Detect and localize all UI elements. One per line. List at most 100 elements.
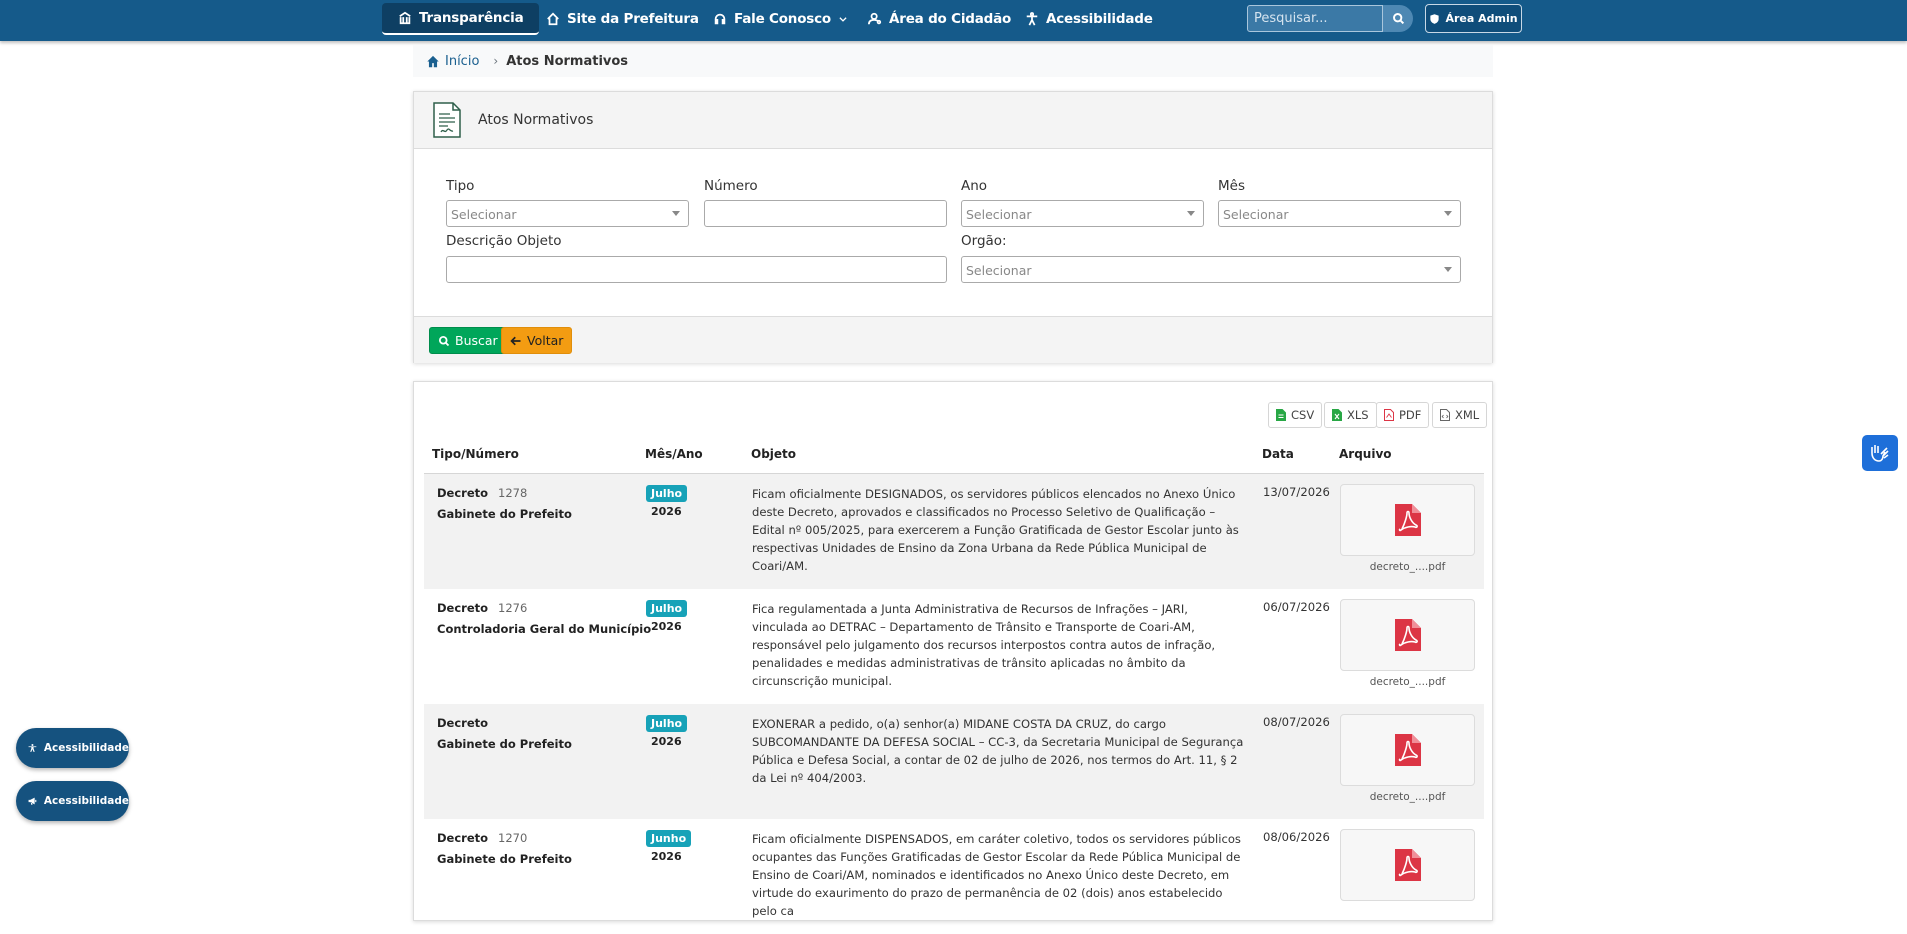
numero-input[interactable] xyxy=(704,200,947,227)
date-text: 06/07/2026 xyxy=(1263,600,1330,614)
export-xml-button[interactable]: XML xyxy=(1432,402,1488,428)
header-objeto: Objeto xyxy=(751,447,797,461)
ano-select-value: Selecionar xyxy=(966,207,1032,222)
home-icon xyxy=(427,55,439,67)
search-button[interactable] xyxy=(1383,5,1413,32)
search-icon xyxy=(1392,13,1404,25)
voltar-button[interactable]: Voltar xyxy=(501,327,573,354)
tipo-name: Decreto xyxy=(437,486,489,500)
export-csv-label: CSV xyxy=(1291,408,1315,422)
file-name: decreto_....pdf xyxy=(1369,561,1446,573)
header-arquivo: Arquivo xyxy=(1339,447,1392,461)
nav-fale-conosco[interactable]: Fale Conosco xyxy=(713,3,848,35)
caret-down-icon xyxy=(1444,267,1452,272)
nav-acessibilidade[interactable]: Acessibilidade xyxy=(1025,3,1153,35)
pdf-download-link[interactable] xyxy=(1340,484,1475,556)
date-text: 13/07/2026 xyxy=(1263,485,1330,499)
nav-site-prefeitura[interactable]: Site da Prefeitura xyxy=(546,3,699,35)
file-code-icon xyxy=(1440,409,1450,421)
top-navbar: Transparência Site da Prefeitura Fale Co… xyxy=(0,0,1907,41)
sign-language-icon xyxy=(1871,445,1889,462)
tipo-name: Decreto xyxy=(437,831,489,845)
floating-accessibility-audio-button[interactable]: Acessibilidade xyxy=(16,781,129,821)
voltar-label: Voltar xyxy=(527,333,564,348)
nav-site-label: Site da Prefeitura xyxy=(567,11,699,27)
search-icon xyxy=(438,335,450,346)
excel-file-icon xyxy=(1332,409,1342,421)
ano-label: Ano xyxy=(961,178,988,194)
nav-area-cidadao[interactable]: Área do Cidadão xyxy=(868,3,1011,35)
caret-down-icon xyxy=(672,211,680,216)
month-badge: Julho xyxy=(646,600,688,617)
tipo-name: Decreto xyxy=(437,601,489,615)
mes-select[interactable]: Selecionar xyxy=(1218,200,1461,227)
table-row: Decreto 1276 Controladoria Geral do Munic… xyxy=(424,589,1484,704)
year-text: 2026 xyxy=(651,620,682,633)
month-badge: Julho xyxy=(646,715,688,732)
orgao-select-value: Selecionar xyxy=(966,263,1032,278)
pdf-download-link[interactable] xyxy=(1340,829,1475,901)
pdf-file-icon xyxy=(1394,619,1421,651)
pdf-download-link[interactable] xyxy=(1340,714,1475,786)
tipo-select[interactable]: Selecionar xyxy=(446,200,689,227)
admin-area-label: Área Admin xyxy=(1445,12,1518,25)
breadcrumb-separator: › xyxy=(493,54,499,68)
pdf-file-icon xyxy=(1394,849,1421,881)
export-csv-button[interactable]: CSV xyxy=(1268,402,1323,428)
tipo-name: Decreto xyxy=(437,716,489,730)
objeto-text: Ficam oficialmente DISPENSADOS, em carát… xyxy=(752,832,1241,918)
breadcrumb-current: Atos Normativos xyxy=(506,53,629,69)
nav-transparencia[interactable]: Transparência xyxy=(382,3,540,35)
caret-down-icon xyxy=(1187,211,1195,216)
mes-label: Mês xyxy=(1218,178,1245,194)
pdf-download-link[interactable] xyxy=(1340,599,1475,671)
tipo-cell: Decreto 1278 Gabinete do Prefeito xyxy=(437,486,572,521)
csv-file-icon xyxy=(1276,409,1286,421)
pdf-file-icon xyxy=(1394,504,1421,536)
ano-select[interactable]: Selecionar xyxy=(961,200,1204,227)
breadcrumb: Início › Atos Normativos xyxy=(413,45,1493,77)
orgao-name: Gabinete do Prefeito xyxy=(437,852,572,866)
filter-card: Atos Normativos Tipo Selecionar Número A… xyxy=(413,91,1493,363)
buscar-label: Buscar xyxy=(455,333,498,348)
floating-accessibility-button[interactable]: Acessibilidade xyxy=(16,728,129,768)
export-xls-label: XLS xyxy=(1347,408,1369,422)
tipo-select-value: Selecionar xyxy=(451,207,517,222)
orgao-label: Orgão: xyxy=(961,233,1007,249)
filter-card-title: Atos Normativos xyxy=(478,112,594,128)
pdf-file-icon xyxy=(1394,734,1421,766)
export-pdf-button[interactable]: PDF xyxy=(1376,402,1430,428)
month-badge: Julho xyxy=(646,485,688,502)
tipo-number: 1278 xyxy=(498,486,528,500)
month-badge: Junho xyxy=(646,830,692,847)
objeto-text: EXONERAR a pedido, o(a) senhor(a) MIDANE… xyxy=(752,717,1244,785)
tipo-label: Tipo xyxy=(446,178,475,194)
search-input[interactable]: Pesquisar... xyxy=(1247,5,1383,32)
caret-down-icon xyxy=(1444,211,1452,216)
sign-language-widget[interactable] xyxy=(1862,435,1898,471)
table-row: Decreto 1278 Gabinete do Prefeito Julho 2… xyxy=(424,474,1484,589)
orgao-name: Gabinete do Prefeito xyxy=(437,737,572,751)
year-text: 2026 xyxy=(651,735,682,748)
header-data: Data xyxy=(1262,447,1294,461)
descricao-label: Descrição Objeto xyxy=(446,233,562,249)
numero-label: Número xyxy=(704,178,758,194)
nav-acessibilidade-label: Acessibilidade xyxy=(1046,11,1153,27)
orgao-select[interactable]: Selecionar xyxy=(961,256,1461,283)
user-gear-icon xyxy=(868,12,882,25)
home-icon xyxy=(547,12,559,26)
filter-card-footer: Buscar Voltar xyxy=(414,316,1492,363)
admin-area-button[interactable]: Área Admin xyxy=(1425,4,1522,33)
export-xls-button[interactable]: XLS xyxy=(1324,402,1377,428)
nav-transparencia-label: Transparência xyxy=(419,10,524,26)
nav-fale-label: Fale Conosco xyxy=(734,11,832,27)
accessibility-icon xyxy=(1026,12,1038,26)
mes-select-value: Selecionar xyxy=(1223,207,1289,222)
accessibility-icon xyxy=(28,743,37,752)
orgao-name: Gabinete do Prefeito xyxy=(437,507,572,521)
orgao-name: Controladoria Geral do Município xyxy=(437,622,652,636)
megaphone-icon xyxy=(28,797,37,805)
descricao-input[interactable] xyxy=(446,256,947,283)
buscar-button[interactable]: Buscar xyxy=(429,327,507,354)
breadcrumb-home-link[interactable]: Início xyxy=(426,54,479,69)
